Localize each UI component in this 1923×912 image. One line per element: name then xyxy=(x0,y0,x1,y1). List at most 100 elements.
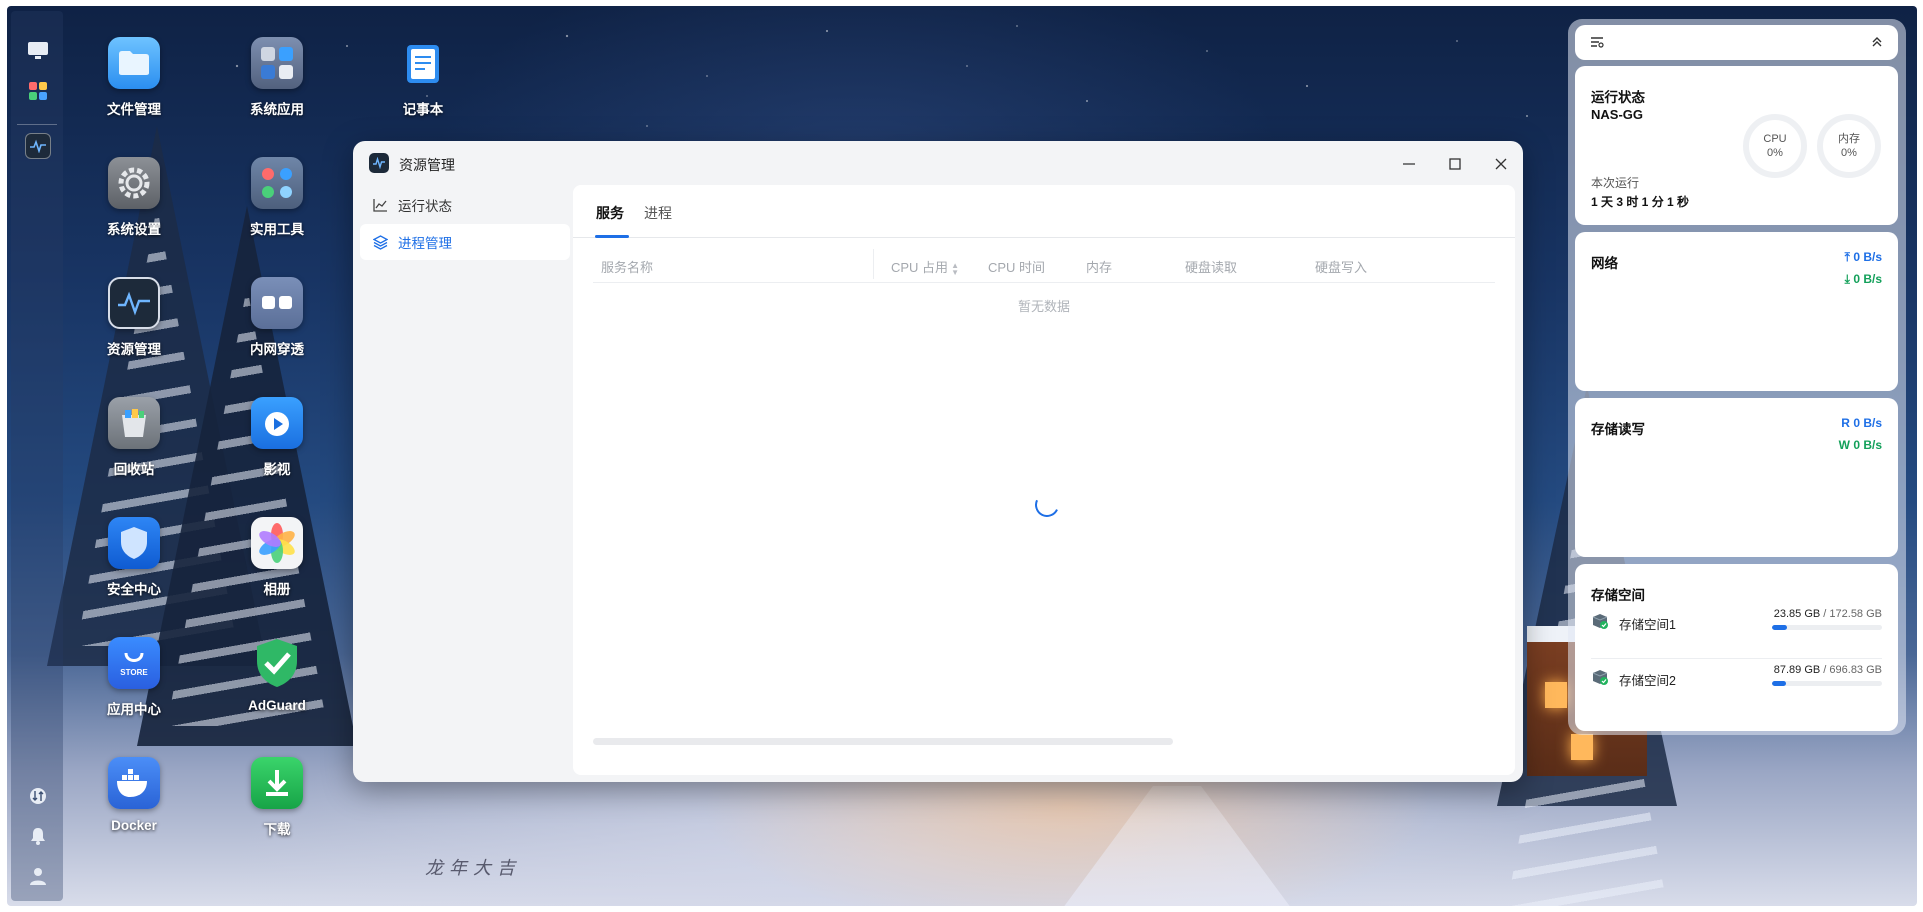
window-sidebar: 运行状态 进程管理 xyxy=(360,187,570,261)
column-disk-read[interactable]: 硬盘读取 xyxy=(1185,257,1237,276)
volume-usage: 87.89 GB / 696.83 GB xyxy=(1773,664,1882,676)
widget-settings-icon[interactable] xyxy=(1590,35,1604,54)
desktop-app-utilities[interactable]: 实用工具 xyxy=(222,157,332,238)
desktop-app-video[interactable]: 影视 xyxy=(222,397,332,478)
desktop-app-folder[interactable]: 文件管理 xyxy=(79,37,189,118)
desktop-app-adguard[interactable]: AdGuard xyxy=(222,637,332,713)
disk-io-widget[interactable]: 存储读写 R 0 B/s W 0 B/s xyxy=(1575,398,1898,557)
app-label: 资源管理 xyxy=(107,342,161,357)
video-icon xyxy=(251,397,303,449)
upload-arrow-icon: ⤒ xyxy=(1844,250,1850,264)
app-label: 系统设置 xyxy=(107,222,161,237)
column-disk-write[interactable]: 硬盘写入 xyxy=(1315,257,1367,276)
sort-icon[interactable]: ▲ ▼ xyxy=(951,261,959,276)
desktop-app-settings-gear[interactable]: 系统设置 xyxy=(79,157,189,238)
window-titlebar[interactable]: 资源管理 xyxy=(353,141,1523,185)
app-label: 相册 xyxy=(263,582,291,597)
greeting-text: 龙年大吉 xyxy=(425,858,521,879)
desktop-app-photos[interactable]: 相册 xyxy=(222,517,332,598)
security-shield-icon xyxy=(108,517,160,569)
desktop-app-resource-monitor[interactable]: 资源管理 xyxy=(79,277,189,358)
desktop-app-security-shield[interactable]: 安全中心 xyxy=(79,517,189,598)
app-label: 影视 xyxy=(263,462,291,477)
app-label: 回收站 xyxy=(113,462,155,477)
column-memory[interactable]: 内存 xyxy=(1086,257,1112,276)
layers-icon xyxy=(372,234,388,250)
app-label: 内网穿透 xyxy=(250,342,304,357)
collapse-widgets-icon[interactable] xyxy=(1871,35,1883,54)
minimize-button[interactable] xyxy=(1396,151,1422,177)
desktop-app-system-apps[interactable]: 系统应用 xyxy=(222,37,332,118)
window-app-icon xyxy=(369,153,389,173)
cpu-gauge: CPU 0% xyxy=(1743,114,1807,178)
app-label: 系统应用 xyxy=(250,102,304,117)
hostname: NAS-GG xyxy=(1591,107,1643,122)
column-service-name[interactable]: 服务名称 xyxy=(601,257,653,276)
docker-icon xyxy=(108,757,160,809)
system-apps-icon xyxy=(251,37,303,89)
read-rate: R 0 B/s xyxy=(1841,416,1882,430)
photos-icon xyxy=(251,517,303,569)
launcher-icon[interactable] xyxy=(25,78,51,104)
column-divider xyxy=(873,249,874,279)
upload-rate: ⤒ 0 B/s xyxy=(1844,250,1882,264)
disk-io-title: 存储读写 xyxy=(1591,422,1645,437)
svg-text:STORE: STORE xyxy=(120,668,148,677)
app-label: 下载 xyxy=(263,822,291,837)
left-dock xyxy=(11,11,63,901)
notification-bell-icon[interactable] xyxy=(25,823,51,849)
sidebar-item-process-manager[interactable]: 进程管理 xyxy=(360,224,570,260)
resource-monitor-icon xyxy=(108,277,160,329)
desktop-app-notepad[interactable]: 记事本 xyxy=(368,37,478,118)
download-arrow-icon: ⤓ xyxy=(1844,272,1850,286)
disk-volume-icon xyxy=(1592,614,1608,629)
volume-usage-bar xyxy=(1772,625,1882,630)
volume-usage-fill xyxy=(1772,681,1786,686)
maximize-button[interactable] xyxy=(1442,151,1468,177)
network-widget[interactable]: 网络 ⤒ 0 B/s ⤓ 0 B/s xyxy=(1575,232,1898,391)
column-cpu-usage[interactable]: CPU 占用 ▲ ▼ xyxy=(891,257,959,276)
cpu-value: 0% xyxy=(1767,147,1783,159)
disk-volume-icon xyxy=(1592,670,1608,685)
volume-usage-bar xyxy=(1772,681,1882,686)
volume-name: 存储空间1 xyxy=(1619,618,1676,632)
app-store-icon: STORE xyxy=(108,637,160,689)
tab-processes[interactable]: 进程 xyxy=(644,203,672,223)
tab-bar: 服务 进程 xyxy=(573,185,1515,238)
tunnel-icon xyxy=(251,277,303,329)
volume-usage-fill xyxy=(1772,625,1788,630)
storage-volume-row[interactable]: 存储空间1 23.85 GB / 172.58 GB xyxy=(1591,604,1882,644)
tab-services[interactable]: 服务 xyxy=(596,203,624,223)
desktop-app-download[interactable]: 下载 xyxy=(222,757,332,838)
storage-widget[interactable]: 存储空间 存储空间1 23.85 GB / 172.58 GB 存储空间2 87.89… xyxy=(1575,564,1898,731)
horizontal-scrollbar[interactable] xyxy=(593,738,1173,745)
app-label: 记事本 xyxy=(402,102,444,117)
sidebar-item-run-status[interactable]: 运行状态 xyxy=(360,187,570,223)
desktop-app-docker[interactable]: Docker xyxy=(79,757,189,833)
download-icon xyxy=(251,757,303,809)
app-label: 文件管理 xyxy=(107,102,161,117)
desktop-app-app-store[interactable]: STORE 应用中心 xyxy=(79,637,189,718)
sidebar-item-label: 运行状态 xyxy=(398,199,452,214)
memory-label: 内存 xyxy=(1838,133,1860,145)
column-cpu-time[interactable]: CPU 时间 xyxy=(988,257,1045,276)
status-title: 运行状态 xyxy=(1591,90,1645,105)
empty-state-text: 暂无数据 xyxy=(1017,299,1070,314)
close-button[interactable] xyxy=(1488,151,1514,177)
active-tab-indicator xyxy=(595,235,629,238)
loading-spinner-icon xyxy=(1031,489,1063,521)
adguard-icon xyxy=(251,637,303,689)
desktop-app-recycle-bin[interactable]: 回收站 xyxy=(79,397,189,478)
status-widget[interactable]: 运行状态 NAS-GG CPU 0% 内存 0% 本次运行 1 天 3 时 1 … xyxy=(1575,66,1898,225)
user-account-icon[interactable] xyxy=(25,863,51,889)
transfer-icon[interactable] xyxy=(25,783,51,809)
show-desktop-icon[interactable] xyxy=(25,38,51,64)
storage-volume-row[interactable]: 存储空间2 87.89 GB / 696.83 GB xyxy=(1591,660,1882,700)
desktop-app-tunnel[interactable]: 内网穿透 xyxy=(222,277,332,358)
app-label: 实用工具 xyxy=(250,222,304,237)
download-rate: ⤓ 0 B/s xyxy=(1844,272,1882,286)
folder-icon xyxy=(108,37,160,89)
dock-resource-monitor-icon[interactable] xyxy=(25,133,51,159)
recycle-bin-icon xyxy=(108,397,160,449)
app-label: 应用中心 xyxy=(107,702,161,717)
